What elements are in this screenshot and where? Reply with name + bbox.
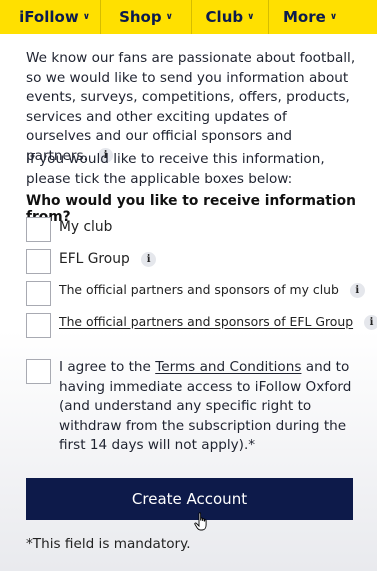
nav-item-label: Club (205, 8, 244, 26)
tick-instruction: If you would like to receive this inform… (26, 151, 325, 187)
option-label: EFL Group i (59, 251, 157, 267)
info-icon[interactable]: i (141, 251, 157, 267)
option-label-text: The official partners and sponsors of my… (59, 282, 339, 297)
chevron-down-icon: ∨ (247, 12, 255, 22)
efl-partners-checkbox[interactable] (26, 313, 51, 338)
hand-cursor-icon (194, 512, 207, 531)
chevron-down-icon: ∨ (329, 12, 338, 22)
nav-item-label: More (283, 8, 326, 26)
my-club-checkbox[interactable] (26, 217, 51, 242)
mandatory-note: *This field is mandatory. (26, 536, 191, 552)
top-nav: iFollow ∨ Shop ∨ Club ∨ More ∨ (0, 0, 377, 34)
info-icon[interactable]: i (349, 283, 365, 298)
terms-agreement-text: I agree to the Terms and Conditions and … (59, 358, 359, 456)
chevron-down-icon: ∨ (165, 12, 173, 22)
efl-group-checkbox[interactable] (26, 249, 51, 274)
chevron-down-icon: ∨ (82, 12, 90, 22)
option-label-text: EFL Group (59, 251, 130, 267)
option-label-text[interactable]: The official partners and sponsors of EF… (59, 314, 353, 329)
club-partners-checkbox[interactable] (26, 281, 51, 306)
nav-item-ifollow[interactable]: iFollow ∨ (0, 0, 101, 34)
marketing-intro-text: We know our fans are passionate about fo… (26, 49, 356, 166)
nav-item-label: Shop (119, 8, 162, 26)
nav-item-shop[interactable]: Shop ∨ (101, 0, 192, 34)
nav-item-more[interactable]: More ∨ (269, 0, 377, 34)
agree-prefix: I agree to the (59, 359, 156, 375)
option-label: The official partners and sponsors of my… (59, 282, 365, 298)
create-account-button[interactable]: Create Account (26, 478, 353, 520)
intro-text: We know our fans are passionate about fo… (26, 50, 356, 164)
nav-item-label: iFollow (19, 8, 79, 26)
option-label: My club (59, 219, 113, 235)
terms-link[interactable]: Terms and Conditions (155, 359, 301, 375)
terms-checkbox[interactable] (26, 359, 51, 384)
option-label: The official partners and sponsors of EF… (59, 314, 377, 330)
nav-item-club[interactable]: Club ∨ (192, 0, 269, 34)
info-icon[interactable]: i (364, 315, 377, 330)
